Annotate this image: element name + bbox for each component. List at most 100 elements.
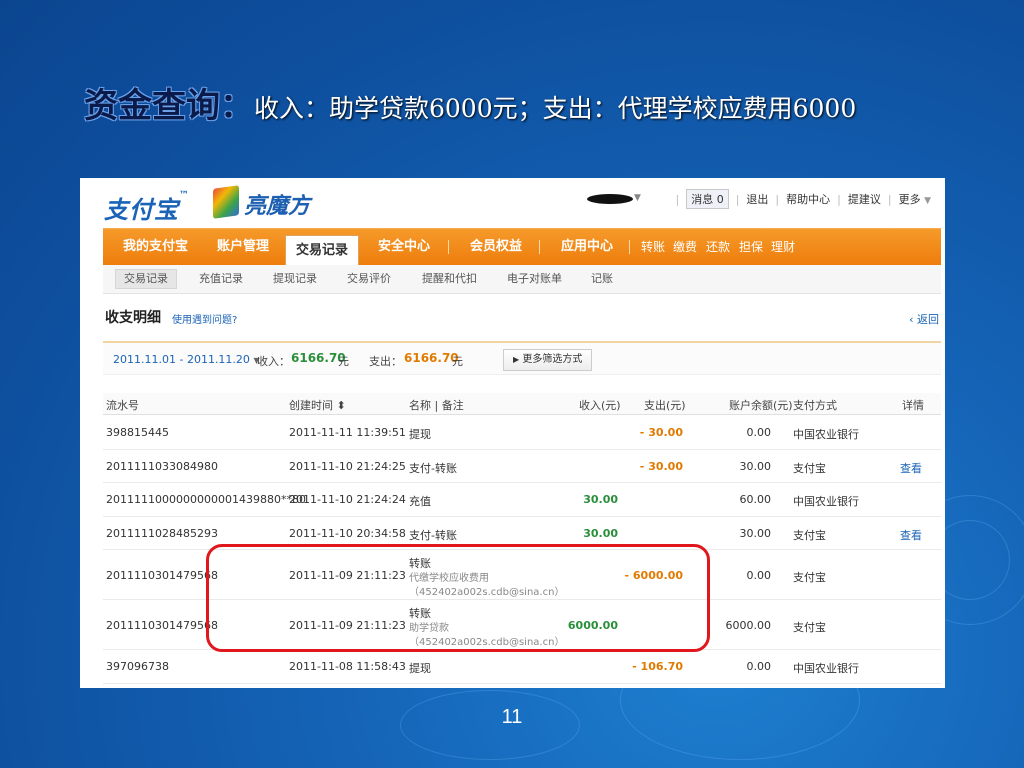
messages-label: 消息 xyxy=(691,193,714,206)
nav-security[interactable]: 安全中心 xyxy=(378,229,430,265)
col-method: 支付方式 xyxy=(793,399,837,412)
slide-title-bold: 资金查询： xyxy=(84,86,254,126)
row-name: 提现 xyxy=(409,662,431,675)
top-bar: 支付宝™ 亮魔方 ▼ | 消息 0 | 退出 | 帮助中心 | 提建议 | 更多… xyxy=(80,178,945,228)
row-income: 30.00 xyxy=(583,527,618,540)
expense-label: 支出： xyxy=(369,355,402,368)
logout-link[interactable]: 退出 xyxy=(746,191,768,207)
row-balance: 0.00 xyxy=(746,569,772,582)
nav-transactions[interactable]: 交易记录 xyxy=(285,235,360,266)
col-balance: 账户余额(元) xyxy=(729,399,793,412)
cube-logo-icon xyxy=(213,185,239,219)
quick-transfer[interactable]: 转账 xyxy=(641,229,665,265)
col-expense: 支出(元) xyxy=(644,399,686,412)
alipay-screenshot: 支付宝™ 亮魔方 ▼ | 消息 0 | 退出 | 帮助中心 | 提建议 | 更多… xyxy=(80,178,945,688)
row-balance: 30.00 xyxy=(739,460,772,473)
row-balance: 0.00 xyxy=(746,426,772,439)
page-title: 收支明细 xyxy=(105,310,161,326)
row-serial: 2011111033084980 xyxy=(106,460,218,473)
logo-trademark: ™ xyxy=(179,190,190,201)
row-serial: 2011110301479568 xyxy=(106,619,218,632)
row-expense: - 30.00 xyxy=(639,460,683,473)
alipay-logo-text: 支付宝 xyxy=(104,196,179,224)
quick-repay[interactable]: 还款 xyxy=(706,229,730,265)
row-serial: 2011110301479568 xyxy=(106,569,218,582)
nav-my-alipay[interactable]: 我的支付宝 xyxy=(123,229,188,265)
divider xyxy=(539,240,540,254)
row-serial: 398815445 xyxy=(106,426,169,439)
subnav-withdraw[interactable]: 提现记录 xyxy=(273,269,317,289)
quick-payment[interactable]: 缴费 xyxy=(673,229,697,265)
back-link[interactable]: ‹ 返回 xyxy=(909,311,939,327)
alipay-logo[interactable]: 支付宝™ xyxy=(104,190,190,225)
subnav-transactions[interactable]: 交易记录 xyxy=(115,269,177,289)
sort-icon: ⬍ xyxy=(336,399,346,412)
slide-title-rest: 收入：助学贷款6000元；支出：代理学校应费用6000 xyxy=(254,94,857,123)
unit-label: 元 xyxy=(338,355,349,368)
row-time: 2011-11-08 11:58:43 xyxy=(289,660,406,673)
caret-down-icon: ▼ xyxy=(924,196,931,206)
row-method: 支付宝 xyxy=(793,529,826,542)
divider xyxy=(448,240,449,254)
row-method: 中国农业银行 xyxy=(793,495,859,508)
divider: | xyxy=(735,192,740,206)
more-filter-button[interactable]: ▶ 更多筛选方式 xyxy=(503,349,593,371)
row-serial: 2011111000000000001439880**80 xyxy=(106,493,306,506)
subnav-bookkeeping[interactable]: 记账 xyxy=(591,269,613,289)
nav-membership[interactable]: 会员权益 xyxy=(470,229,522,265)
row-serial: 2011111028485293 xyxy=(106,527,218,540)
table-header: 流水号 创建时间 ⬍ 名称 | 备注 收入(元) 支出(元) 账户余额(元) 支… xyxy=(103,393,941,415)
col-time-label: 创建时间 xyxy=(289,399,333,412)
caret-down-icon[interactable]: ▼ xyxy=(634,193,641,203)
row-expense: - 106.70 xyxy=(632,660,683,673)
triangle-right-icon: ▶ xyxy=(513,355,520,364)
back-label: 返回 xyxy=(917,313,939,326)
quick-escrow[interactable]: 担保 xyxy=(739,229,763,265)
divider: | xyxy=(775,192,780,206)
help-center-link[interactable]: 帮助中心 xyxy=(786,191,830,207)
col-name: 名称 | 备注 xyxy=(409,399,464,412)
more-filter-label: 更多筛选方式 xyxy=(522,354,583,365)
subnav-recharge[interactable]: 充值记录 xyxy=(199,269,243,289)
expense-total: 6166.70 xyxy=(404,351,459,365)
row-name: 提现 xyxy=(409,428,431,441)
nav-account[interactable]: 账户管理 xyxy=(217,229,269,265)
help-link[interactable]: 使用遇到问题? xyxy=(172,311,237,326)
row-name: 充值 xyxy=(409,495,431,508)
more-menu[interactable]: 更多 ▼ xyxy=(899,191,931,207)
quick-finance[interactable]: 理财 xyxy=(771,229,795,265)
col-serial: 流水号 xyxy=(106,399,139,412)
row-time: 2011-11-10 21:24:24 xyxy=(289,493,406,506)
row-method: 支付宝 xyxy=(793,621,826,634)
page-number: 11 xyxy=(501,706,523,728)
row-balance: 0.00 xyxy=(746,660,772,673)
messages-button[interactable]: 消息 0 xyxy=(686,189,729,209)
col-time[interactable]: 创建时间 ⬍ xyxy=(289,397,346,413)
more-label: 更多 xyxy=(898,193,921,206)
row-expense: - 30.00 xyxy=(639,426,683,439)
row-detail-link[interactable]: 查看 xyxy=(900,460,922,476)
table-row: 2011111033084980 2011-11-10 21:24:25 支付-… xyxy=(103,450,941,483)
date-range-select[interactable]: 2011.11.01 - 2011.11.20 ▼ xyxy=(113,353,260,366)
divider: | xyxy=(837,192,841,206)
subnav-reminders[interactable]: 提醒和代扣 xyxy=(422,269,477,289)
row-detail-link[interactable]: 查看 xyxy=(900,527,922,543)
nav-apps[interactable]: 应用中心 xyxy=(561,229,613,265)
divider: | xyxy=(887,192,892,206)
main-nav: 我的支付宝 账户管理 交易记录 安全中心 会员权益 应用中心 转账 缴费 还款 … xyxy=(103,228,941,266)
date-range-value: 2011.11.01 - 2011.11.20 xyxy=(113,353,250,366)
divider xyxy=(629,240,630,254)
row-income: 30.00 xyxy=(583,493,618,506)
suggestion-link[interactable]: 提建议 xyxy=(848,191,881,207)
table-row: 397096738 2011-11-08 11:58:43 提现 - 106.7… xyxy=(103,650,941,684)
row-time: 2011-11-10 21:24:25 xyxy=(289,460,406,473)
highlight-box xyxy=(206,544,710,652)
username-redacted[interactable] xyxy=(587,194,633,204)
top-links: | 消息 0 | 退出 | 帮助中心 | 提建议 | 更多 ▼ xyxy=(668,189,931,209)
row-method: 中国农业银行 xyxy=(793,662,859,675)
row-name: 支付-转账 xyxy=(409,529,457,542)
subnav-statement[interactable]: 电子对账单 xyxy=(507,269,562,289)
subnav-reviews[interactable]: 交易评价 xyxy=(347,269,391,289)
table-row: 398815445 2011-11-11 11:39:51 提现 - 30.00… xyxy=(103,416,941,450)
row-balance: 60.00 xyxy=(739,493,772,506)
